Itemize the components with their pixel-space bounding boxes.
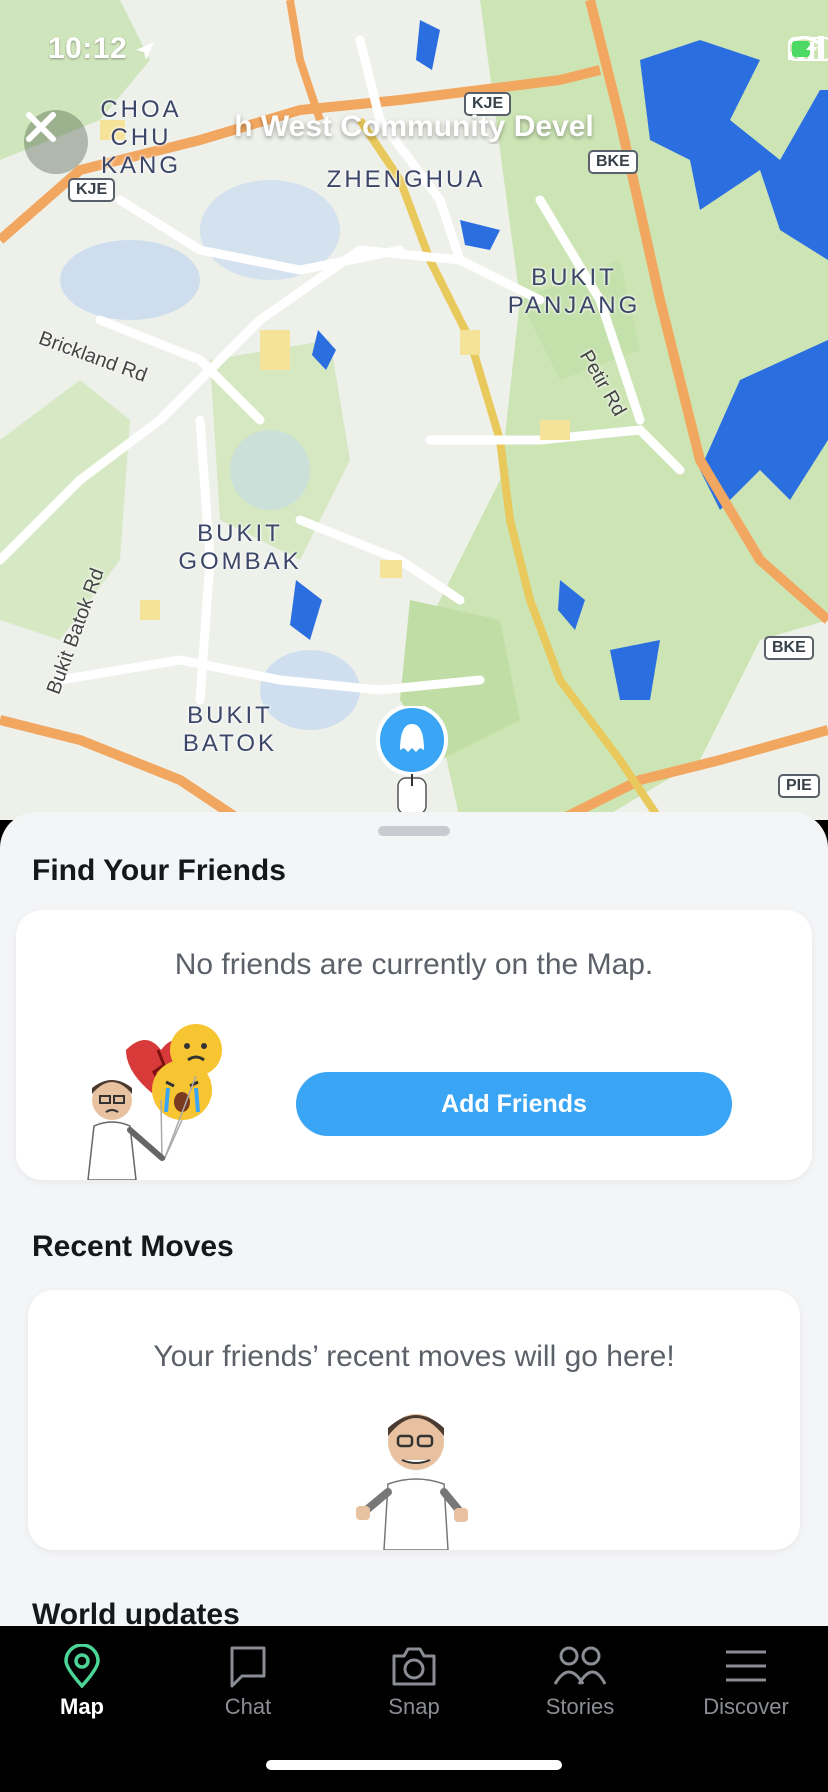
my-location-marker[interactable] [376,706,448,816]
thumbs-up-bitmoji-icon [356,1414,468,1550]
map-pin-icon [64,1644,100,1688]
place-label-zhenghua: ZHENGHUA [326,166,486,193]
world-updates-title: World updates [32,1598,240,1626]
place-label-bukit-gombak: BUKIT GOMBAK [178,520,302,575]
close-button[interactable] [24,110,88,174]
tab-chat[interactable]: Chat [178,1644,318,1720]
recent-moves-card: Your friends’ recent moves will go here! [28,1290,800,1550]
shield-kje-left: KJE [68,178,116,202]
tab-snap-label: Snap [388,1694,440,1719]
shield-pie: PIE [778,774,820,798]
menu-icon [726,1650,766,1682]
status-time: 10:12 [48,32,128,65]
status-bar: 10:12 [0,28,828,72]
location-arrow-icon [136,42,154,60]
recent-moves-title: Recent Moves [32,1230,234,1263]
tab-discover-label: Discover [703,1694,789,1719]
find-friends-card: No friends are currently on the Map. Add [16,910,812,1180]
sad-bitmoji-balloons-icon [87,1024,222,1180]
bottom-tab-bar: Map Chat Snap Stories Discover [0,1626,828,1792]
tab-map-label: Map [60,1694,104,1719]
map-location-title: h West Community Devel [234,110,594,143]
tab-map[interactable]: Map [12,1644,152,1720]
chat-icon [230,1646,266,1688]
tab-stories[interactable]: Stories [510,1644,650,1720]
add-friends-button[interactable]: Add Friends [296,1072,732,1136]
map-view[interactable]: CHOA CHU KANG ZHENGHUA BUKIT PANJANG BUKIT… [0,0,828,820]
map-bottom-sheet[interactable]: Find Your Friends No friends are current… [0,812,828,1626]
friends-icon [553,1646,607,1685]
find-friends-title: Find Your Friends [32,854,286,887]
shield-bke-mid: BKE [764,636,814,660]
tab-chat-label: Chat [224,1694,272,1719]
sheet-drag-handle[interactable] [378,826,450,836]
recent-moves-message: Your friends’ recent moves will go here! [153,1340,675,1373]
camera-icon [392,1647,436,1686]
battery-charging-icon [788,37,828,61]
shield-bke-top: BKE [588,150,638,174]
place-label-bukit-batok: BUKIT BATOK [182,702,278,757]
no-friends-message: No friends are currently on the Map. [174,948,654,981]
tab-snap[interactable]: Snap [344,1644,484,1720]
tab-stories-label: Stories [545,1694,615,1719]
place-label-bukit-panjang: BUKIT PANJANG [507,264,641,319]
ghost-marker-icon [376,706,448,815]
tab-discover[interactable]: Discover [676,1644,816,1720]
home-indicator[interactable] [266,1760,562,1770]
close-icon [26,112,56,142]
